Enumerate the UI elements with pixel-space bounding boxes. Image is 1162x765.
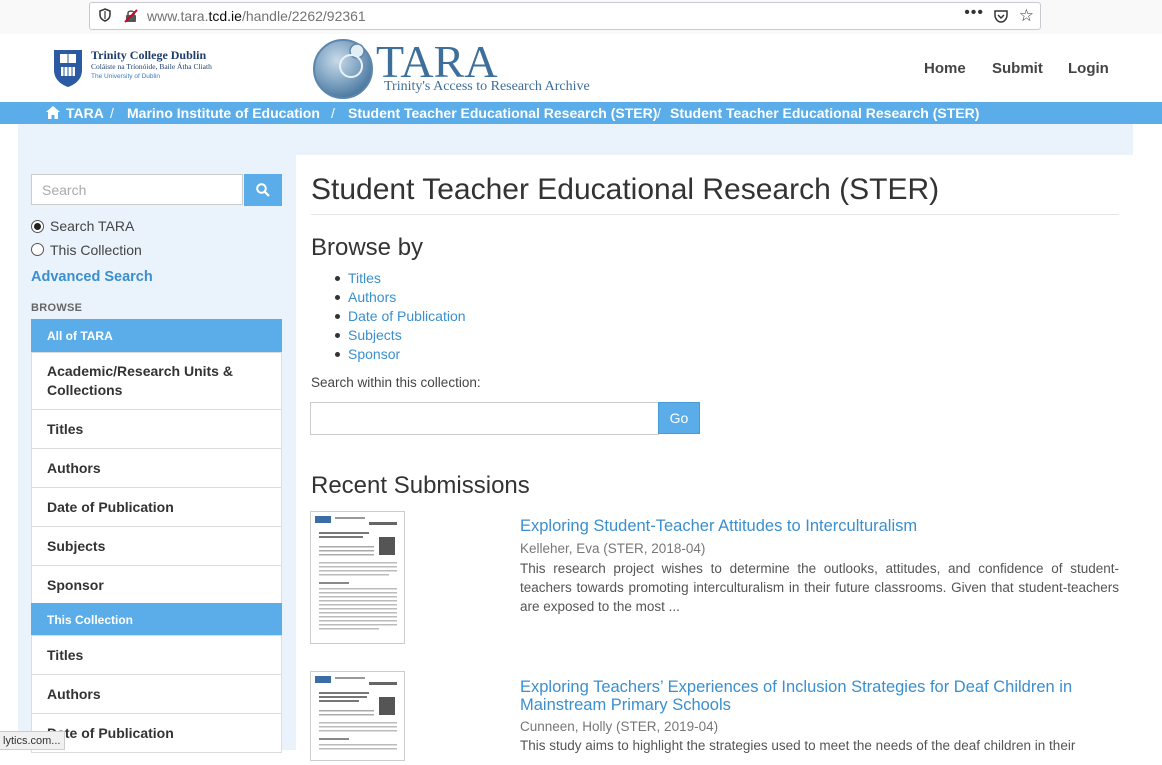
sidebar-item-units-collections[interactable]: Academic/Research Units & Collections [31,352,282,410]
radio-label-this-collection[interactable]: This Collection [50,242,142,258]
browse-link-label: Titles [348,270,381,286]
sidebar-item-label: Academic/Research Units & Collections [47,363,233,398]
site-header: Trinity College Dublin Coláiste na Tríon… [0,35,1162,102]
submission-abstract: This research project wishes to determin… [520,561,1119,614]
collection-search-input[interactable] [310,402,659,435]
submission-title[interactable]: Exploring Teachers’ Experiences of Inclu… [520,678,1120,714]
tcd-irish-name: Coláiste na Tríonóide, Baile Átha Cliath [91,62,212,71]
breadcrumb: TARA / Marino Institute of Education / S… [0,102,1162,124]
sidebar-item-coll-authors[interactable]: Authors [31,674,282,714]
page-top-band [18,124,1133,155]
submission-meta: Cunneen, Holly (STER, 2019-04) [520,719,719,734]
sidebar-item-all-sponsor[interactable]: Sponsor [31,565,282,604]
tara-globe-logo[interactable] [311,37,381,99]
browse-by-heading: Browse by [311,234,424,261]
address-bar[interactable]: www.tara.tcd.ie/handle/2262/92361 ••• ☆ [89,2,1041,30]
browse-link-titles[interactable]: Titles [335,270,381,286]
sidebar-item-all-titles[interactable]: Titles [31,409,282,449]
sidebar-item-coll-titles[interactable]: Titles [31,635,282,675]
breadcrumb-marino[interactable]: Marino Institute of Education [127,105,320,121]
page-actions-icon[interactable]: ••• [964,4,984,22]
breadcrumb-ster-community[interactable]: Student Teacher Educational Research (ST… [348,105,657,121]
breadcrumb-separator: / [110,105,114,121]
browse-heading: BROWSE [31,302,83,314]
sidebar-search-input[interactable] [31,174,243,205]
nav-submit[interactable]: Submit [992,60,1043,77]
tcd-name: Trinity College Dublin [91,48,207,62]
submission-thumbnail[interactable] [310,511,405,644]
browse-link-sponsor[interactable]: Sponsor [335,346,400,362]
browse-link-authors[interactable]: Authors [335,289,396,305]
sidebar-search-button[interactable] [244,174,282,206]
breadcrumb-separator: / [657,105,661,121]
radio-label-search-tara[interactable]: Search TARA [50,218,134,234]
browse-link-label: Authors [348,289,397,305]
browser-toolbar: www.tara.tcd.ie/handle/2262/92361 ••• ☆ [0,0,1162,34]
document-thumbnail-icon [315,516,397,630]
sidebar-heading-all-of-tara: All of TARA [31,319,282,353]
url-text[interactable]: www.tara.tcd.ie/handle/2262/92361 [147,8,366,24]
submission-thumbnail[interactable] [310,671,405,761]
radio-search-tara[interactable] [31,220,44,233]
nav-login[interactable]: Login [1068,60,1109,77]
submission-title[interactable]: Exploring Student-Teacher Attitudes to I… [520,517,1120,535]
go-button[interactable]: Go [658,402,700,434]
home-icon[interactable] [46,106,60,119]
browse-link-label: Sponsor [348,346,401,362]
browse-link-subjects[interactable]: Subjects [335,327,402,343]
submission-abstract: This study aims to highlight the strateg… [520,738,1076,753]
advanced-search-link[interactable]: Advanced Search [31,269,153,285]
submission-meta: Kelleher, Eva (STER, 2018-04) [520,541,706,556]
browse-link-label: Subjects [348,327,402,343]
recent-submissions-heading: Recent Submissions [311,472,530,499]
radio-this-collection[interactable] [31,243,44,256]
breadcrumb-ster-current: Student Teacher Educational Research (ST… [670,105,980,121]
breadcrumb-separator: / [331,105,335,121]
tara-subtitle: Trinity's Access to Research Archive [384,79,590,94]
title-divider [311,214,1119,215]
sidebar-item-all-subjects[interactable]: Subjects [31,526,282,566]
tcd-crest-logo[interactable] [52,48,84,88]
status-bar: lytics.com... [0,731,66,750]
breadcrumb-tara[interactable]: TARA [66,105,104,121]
document-thumbnail-icon [315,676,397,750]
sidebar-item-coll-date[interactable]: Date of Publication [31,713,282,753]
bookmark-star-icon[interactable]: ☆ [1019,6,1034,26]
browse-link-label: Date of Publication [348,308,466,324]
page-title: Student Teacher Educational Research (ST… [311,173,940,206]
nav-home[interactable]: Home [924,60,966,77]
shield-icon[interactable] [98,8,112,22]
search-icon [256,183,270,197]
sidebar-item-all-date[interactable]: Date of Publication [31,487,282,527]
insecure-lock-icon[interactable] [123,8,139,24]
pocket-icon[interactable] [993,8,1009,24]
sidebar-item-all-authors[interactable]: Authors [31,448,282,488]
tcd-university: The University of Dublin [91,73,160,80]
browse-link-date[interactable]: Date of Publication [335,308,466,324]
sidebar-heading-this-collection: This Collection [31,603,282,636]
tcd-wordmark: Trinity College Dublin Coláiste na Tríon… [91,49,212,81]
search-within-label: Search within this collection: [311,375,481,390]
